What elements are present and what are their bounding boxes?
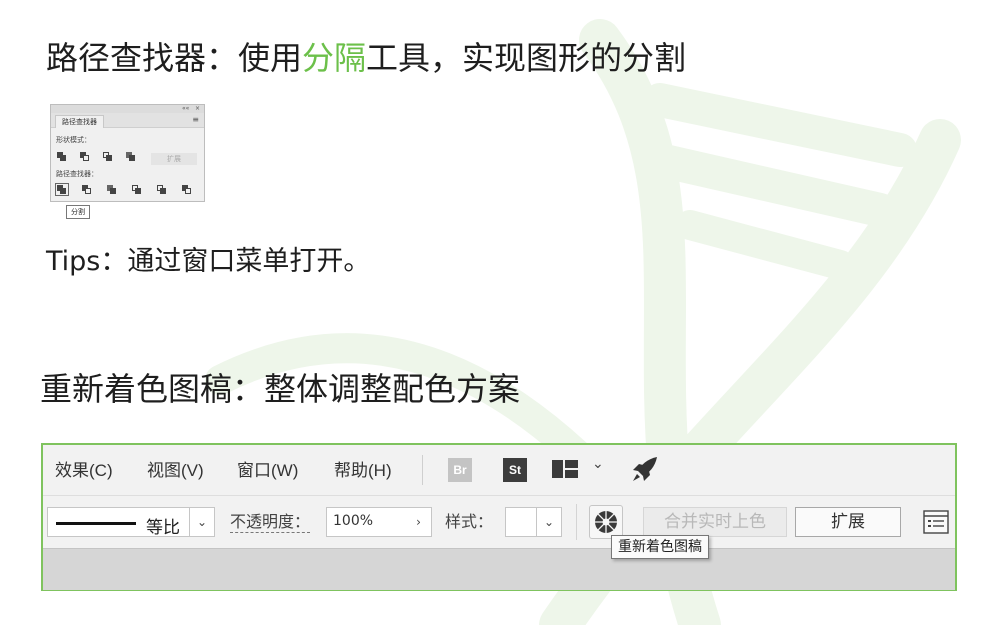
workspace-switcher-icon[interactable]	[552, 460, 578, 478]
heading-text: 路径查找器：使用	[46, 39, 303, 77]
graphic-style-dropdown-icon[interactable]: ⌄	[536, 507, 562, 537]
slide-heading-pathfinder: 路径查找器：使用分隔工具，实现图形的分割	[46, 36, 686, 80]
outline-icon[interactable]	[157, 185, 167, 194]
graphic-style-swatch[interactable]	[505, 507, 537, 537]
panel-tab-row: 路径查找器 ≡	[51, 113, 204, 128]
menu-bar: 效果(C) 视图(V) 窗口(W) 帮助(H) Br St ⌄	[43, 445, 955, 495]
control-bar: 等比 ⌄ 不透明度： 100% › 样式： ⌄ 合并实时上色 扩展	[43, 495, 955, 548]
collapse-panel-icon[interactable]: ««	[182, 105, 189, 113]
minus-front-icon[interactable]	[80, 152, 90, 161]
toolbar-separator	[576, 504, 577, 540]
merge-live-paint-button[interactable]: 合并实时上色	[643, 507, 787, 537]
opacity-input[interactable]: 100%	[326, 507, 408, 537]
menu-help[interactable]: 帮助(H)	[334, 460, 392, 482]
trim-icon[interactable]	[82, 185, 92, 194]
panel-title-bar: «« ×	[51, 105, 204, 113]
minus-back-icon[interactable]	[182, 185, 192, 194]
tab-pathfinder[interactable]: 路径查找器	[55, 115, 104, 128]
divide-icon[interactable]	[55, 183, 69, 196]
panel-menu-icon[interactable]: ≡	[192, 115, 199, 125]
close-panel-icon[interactable]: ×	[195, 105, 200, 113]
shape-modes-label: 形状模式：	[56, 136, 91, 144]
pathfinders-row	[55, 183, 192, 196]
rocket-icon[interactable]	[631, 455, 659, 483]
recolor-artwork-button[interactable]	[589, 505, 623, 539]
chevron-down-icon[interactable]: ⌄	[592, 456, 604, 472]
pathfinder-panel: «« × 路径查找器 ≡ 形状模式： 扩展 路径查找器：	[50, 104, 205, 202]
shape-modes-row	[57, 152, 136, 161]
menu-effect[interactable]: 效果(C)	[55, 460, 113, 482]
stroke-preview	[56, 522, 136, 525]
recolor-artwork-tooltip: 重新着色图稿	[611, 535, 709, 559]
heading-text-suffix: 工具，实现图形的分割	[366, 39, 687, 77]
pathfinders-label: 路径查找器：	[56, 170, 98, 178]
menu-window[interactable]: 窗口(W)	[237, 460, 298, 482]
opacity-label[interactable]: 不透明度：	[230, 512, 311, 533]
bridge-icon[interactable]: Br	[448, 458, 472, 482]
illustrator-toolbar-screenshot: 效果(C) 视图(V) 窗口(W) 帮助(H) Br St ⌄ 等比 ⌄ 不透明…	[41, 443, 957, 591]
color-wheel-icon	[595, 511, 617, 533]
heading-accent-text: 分隔	[302, 39, 367, 77]
unite-icon[interactable]	[57, 152, 67, 161]
tips-text: Tips：通过窗口菜单打开。	[46, 246, 371, 277]
crop-icon[interactable]	[132, 185, 142, 194]
merge-icon[interactable]	[107, 185, 117, 194]
canvas-area	[43, 548, 955, 590]
divide-tooltip: 分割	[66, 205, 90, 219]
intersect-icon[interactable]	[103, 152, 113, 161]
panel-options-icon[interactable]	[923, 510, 949, 534]
menu-view[interactable]: 视图(V)	[147, 460, 204, 482]
menu-separator	[422, 455, 423, 485]
stroke-profile-label: 等比	[146, 518, 180, 538]
pathfinder-expand-button[interactable]: 扩展	[151, 153, 197, 165]
stroke-profile-dropdown-icon[interactable]: ⌄	[189, 507, 215, 537]
expand-button[interactable]: 扩展	[795, 507, 901, 537]
graphic-style-label: 样式：	[445, 512, 494, 531]
slide-heading-recolor: 重新着色图稿：整体调整配色方案	[40, 370, 521, 408]
opacity-next-icon[interactable]: ›	[406, 507, 432, 537]
exclude-icon[interactable]	[126, 152, 136, 161]
stock-icon[interactable]: St	[503, 458, 527, 482]
